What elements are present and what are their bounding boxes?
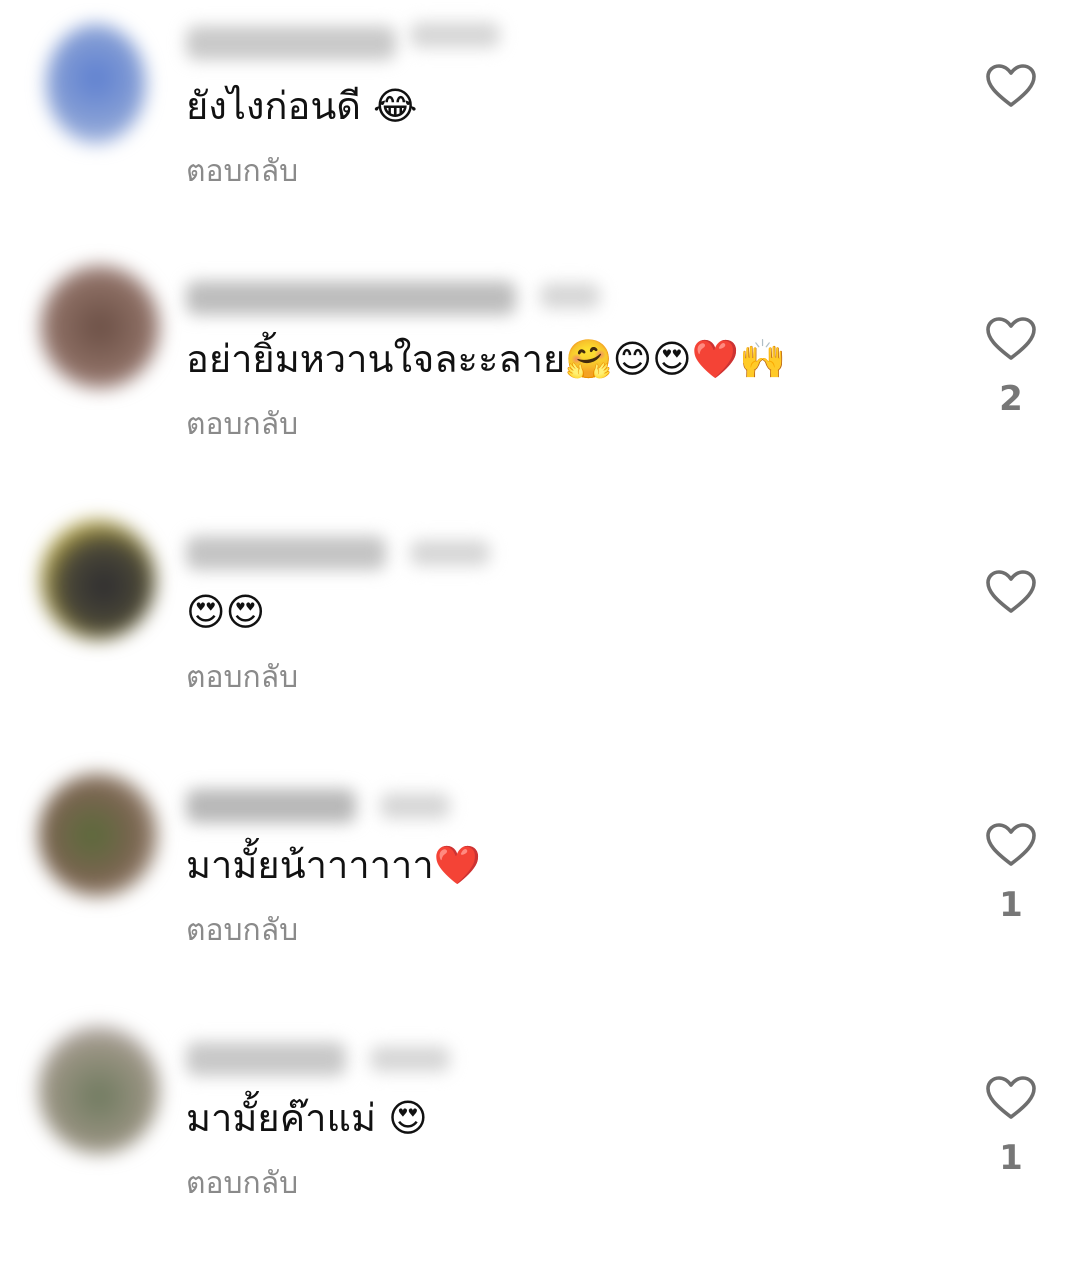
comment-item: อย่ายิ้มหวานใจละะลาย🤗😊😍❤️🙌 ตอบกลับ 2 (0, 253, 1080, 506)
comment-text: อย่ายิ้มหวานใจละะลาย🤗😊😍❤️🙌 (186, 337, 787, 381)
heart-outline-icon (986, 570, 1036, 613)
reply-button[interactable]: ตอบกลับ (186, 911, 298, 951)
username-blurred[interactable] (186, 281, 516, 315)
username-blurred[interactable] (186, 536, 386, 570)
timestamp-blurred (410, 540, 490, 566)
username-blurred[interactable] (186, 26, 396, 60)
like-button[interactable] (985, 1075, 1037, 1121)
comment-text: 😍😍 (186, 590, 266, 634)
like-button[interactable] (985, 63, 1037, 109)
avatar[interactable] (38, 773, 158, 897)
avatar[interactable] (40, 520, 156, 640)
avatar[interactable] (40, 265, 160, 389)
avatar[interactable] (46, 24, 146, 144)
comment-item: ยังไงก่อนดี 😂 ตอบกลับ (0, 0, 1080, 253)
heart-outline-icon (986, 823, 1036, 866)
comment-text: ยังไงก่อนดี 😂 (186, 84, 418, 128)
reply-button[interactable]: ตอบกลับ (186, 152, 298, 192)
username-blurred[interactable] (186, 789, 356, 823)
comment-item: มามั้ยค๊าแม่ 😍 ตอบกลับ 1 (0, 1012, 1080, 1265)
username-blurred[interactable] (186, 1042, 346, 1076)
timestamp-blurred (410, 22, 500, 48)
like-button[interactable] (985, 822, 1037, 868)
comment-item: 😍😍 ตอบกลับ (0, 506, 1080, 759)
like-count: 1 (999, 1138, 1023, 1178)
like-button[interactable] (985, 569, 1037, 615)
like-count: 1 (999, 885, 1023, 925)
reply-button[interactable]: ตอบกลับ (186, 658, 298, 698)
like-count: 2 (999, 379, 1023, 419)
heart-outline-icon (986, 64, 1036, 107)
comment-text: มามั้ยน้าาาาาา❤️ (186, 843, 482, 887)
timestamp-blurred (370, 1046, 450, 1072)
reply-button[interactable]: ตอบกลับ (186, 405, 298, 445)
like-button[interactable] (985, 316, 1037, 362)
timestamp-blurred (540, 283, 600, 309)
comment-item: มามั้ยน้าาาาาา❤️ ตอบกลับ 1 (0, 759, 1080, 1012)
reply-button[interactable]: ตอบกลับ (186, 1164, 298, 1204)
timestamp-blurred (380, 793, 450, 819)
avatar[interactable] (38, 1026, 160, 1154)
heart-outline-icon (986, 1076, 1036, 1119)
heart-outline-icon (986, 317, 1036, 360)
comment-text: มามั้ยค๊าแม่ 😍 (186, 1096, 428, 1140)
